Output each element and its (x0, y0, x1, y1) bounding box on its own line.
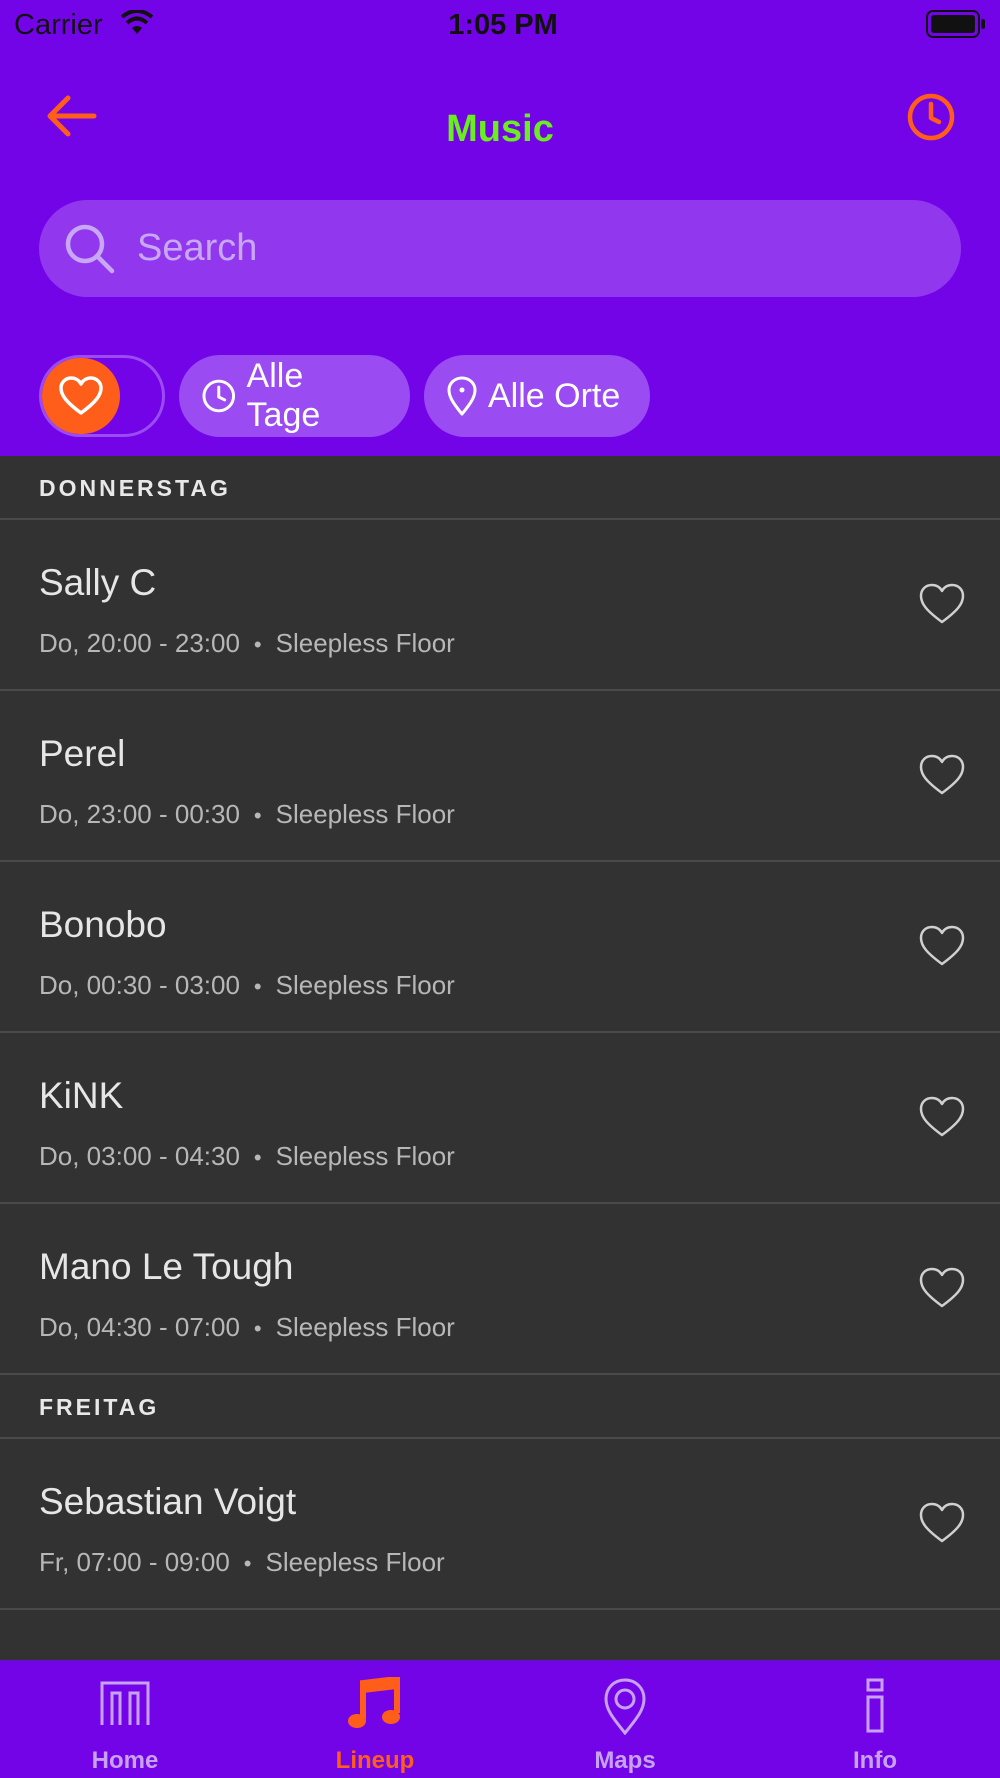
clock-icon (202, 379, 236, 413)
search-input[interactable] (137, 227, 917, 270)
slot-time: Fr, 07:00 - 09:00 (39, 1547, 230, 1577)
info-icon (866, 1678, 884, 1733)
tab-info[interactable]: Info (750, 1661, 1000, 1778)
places-filter-button[interactable]: Alle Orte (424, 355, 650, 437)
clock-icon (907, 93, 955, 141)
slot-time: Do, 03:00 - 04:30 (39, 1141, 240, 1171)
heart-icon (59, 376, 103, 415)
list-item[interactable]: Mano Le Tough Do, 04:30 - 07:00 • Sleeples… (0, 1204, 1000, 1375)
map-pin-icon (604, 1678, 646, 1735)
slot-time: Do, 04:30 - 07:00 (39, 1312, 240, 1342)
artist-name: Sebastian Voigt (39, 1481, 297, 1522)
tab-maps[interactable]: Maps (500, 1661, 750, 1778)
slot-time: Do, 20:00 - 23:00 (39, 628, 240, 658)
status-bar: Carrier 1:05 PM (0, 0, 1000, 50)
places-filter-label: Alle Orte (488, 376, 621, 415)
status-time: 1:05 PM (448, 9, 558, 41)
heart-icon[interactable] (918, 753, 966, 797)
map-pin-icon (447, 376, 477, 416)
slot-info: Do, 23:00 - 00:30 • Sleepless Floor (39, 799, 455, 830)
header: Carrier 1:05 PM Music Search Alle Tage A… (0, 0, 1000, 456)
home-icon (100, 1681, 150, 1725)
slot-info: Do, 03:00 - 04:30 • Sleepless Floor (39, 1141, 455, 1172)
slot-location: Sleepless Floor (275, 1141, 455, 1171)
music-note-icon (348, 1677, 400, 1728)
artist-name: Mano Le Tough (39, 1246, 294, 1287)
slot-info: Fr, 07:00 - 09:00 • Sleepless Floor (39, 1547, 445, 1578)
battery-icon (926, 10, 985, 38)
slot-info: Do, 00:30 - 03:00 • Sleepless Floor (39, 970, 455, 1001)
artist-name: Perel (39, 733, 126, 774)
tab-home[interactable]: Home (0, 1661, 250, 1778)
slot-location: Sleepless Floor (275, 799, 455, 829)
tab-bar: Home Lineup Maps Info (0, 1660, 1000, 1778)
search-icon (65, 224, 115, 273)
heart-icon[interactable] (918, 1501, 966, 1545)
list-item[interactable]: Sally C Do, 20:00 - 23:00 • Sleepless Floo… (0, 520, 1000, 691)
separator: • (253, 974, 262, 999)
slot-time: Do, 00:30 - 03:00 (39, 970, 240, 1000)
tab-lineup[interactable]: Lineup (250, 1661, 500, 1778)
list-item[interactable]: KiNK Do, 03:00 - 04:30 • Sleepless Floor (0, 1033, 1000, 1204)
slot-info: Do, 04:30 - 07:00 • Sleepless Floor (39, 1312, 455, 1343)
slot-time: Do, 23:00 - 00:30 (39, 799, 240, 829)
heart-icon[interactable] (918, 582, 966, 626)
slot-info: Do, 20:00 - 23:00 • Sleepless Floor (39, 628, 455, 659)
artist-name: KiNK (39, 1075, 124, 1116)
search-bar[interactable] (39, 200, 961, 297)
list-item[interactable]: Sebastian Voigt Fr, 07:00 - 09:00 • Sleepl… (0, 1439, 1000, 1610)
favorites-toggle[interactable] (39, 355, 165, 437)
slot-location: Sleepless Floor (275, 628, 455, 658)
tab-label: Info (853, 1747, 897, 1774)
tab-label: Home (91, 1747, 159, 1774)
artist-name: Bonobo (39, 904, 167, 945)
heart-icon[interactable] (918, 1095, 966, 1139)
tab-label: Maps (594, 1747, 656, 1774)
lineup-list: DONNERSTAG Sally C Do, 20:00 - 23:00 • Sle… (0, 456, 1000, 1610)
separator: • (253, 1145, 262, 1170)
toggle-knob (42, 358, 120, 434)
tab-label: Lineup (335, 1747, 415, 1774)
page-title: Music (446, 108, 554, 150)
list-item[interactable]: Bonobo Do, 00:30 - 03:00 • Sleepless Floor (0, 862, 1000, 1033)
section-header: FREITAG (0, 1375, 1000, 1439)
slot-location: Sleepless Floor (275, 970, 455, 1000)
days-filter-button[interactable]: Alle Tage (179, 355, 410, 437)
section-header: DONNERSTAG (0, 456, 1000, 520)
days-filter-label: Alle Tage (246, 357, 321, 434)
list-item[interactable]: Perel Do, 23:00 - 00:30 • Sleepless Floor (0, 691, 1000, 862)
separator: • (253, 803, 262, 828)
heart-icon[interactable] (918, 924, 966, 968)
separator: • (253, 632, 262, 657)
heart-icon[interactable] (918, 1266, 966, 1310)
history-button[interactable] (906, 92, 956, 142)
artist-name: Sally C (39, 562, 157, 603)
slot-location: Sleepless Floor (275, 1312, 455, 1342)
slot-location: Sleepless Floor (265, 1547, 445, 1577)
separator: • (253, 1316, 262, 1341)
separator: • (243, 1551, 252, 1576)
